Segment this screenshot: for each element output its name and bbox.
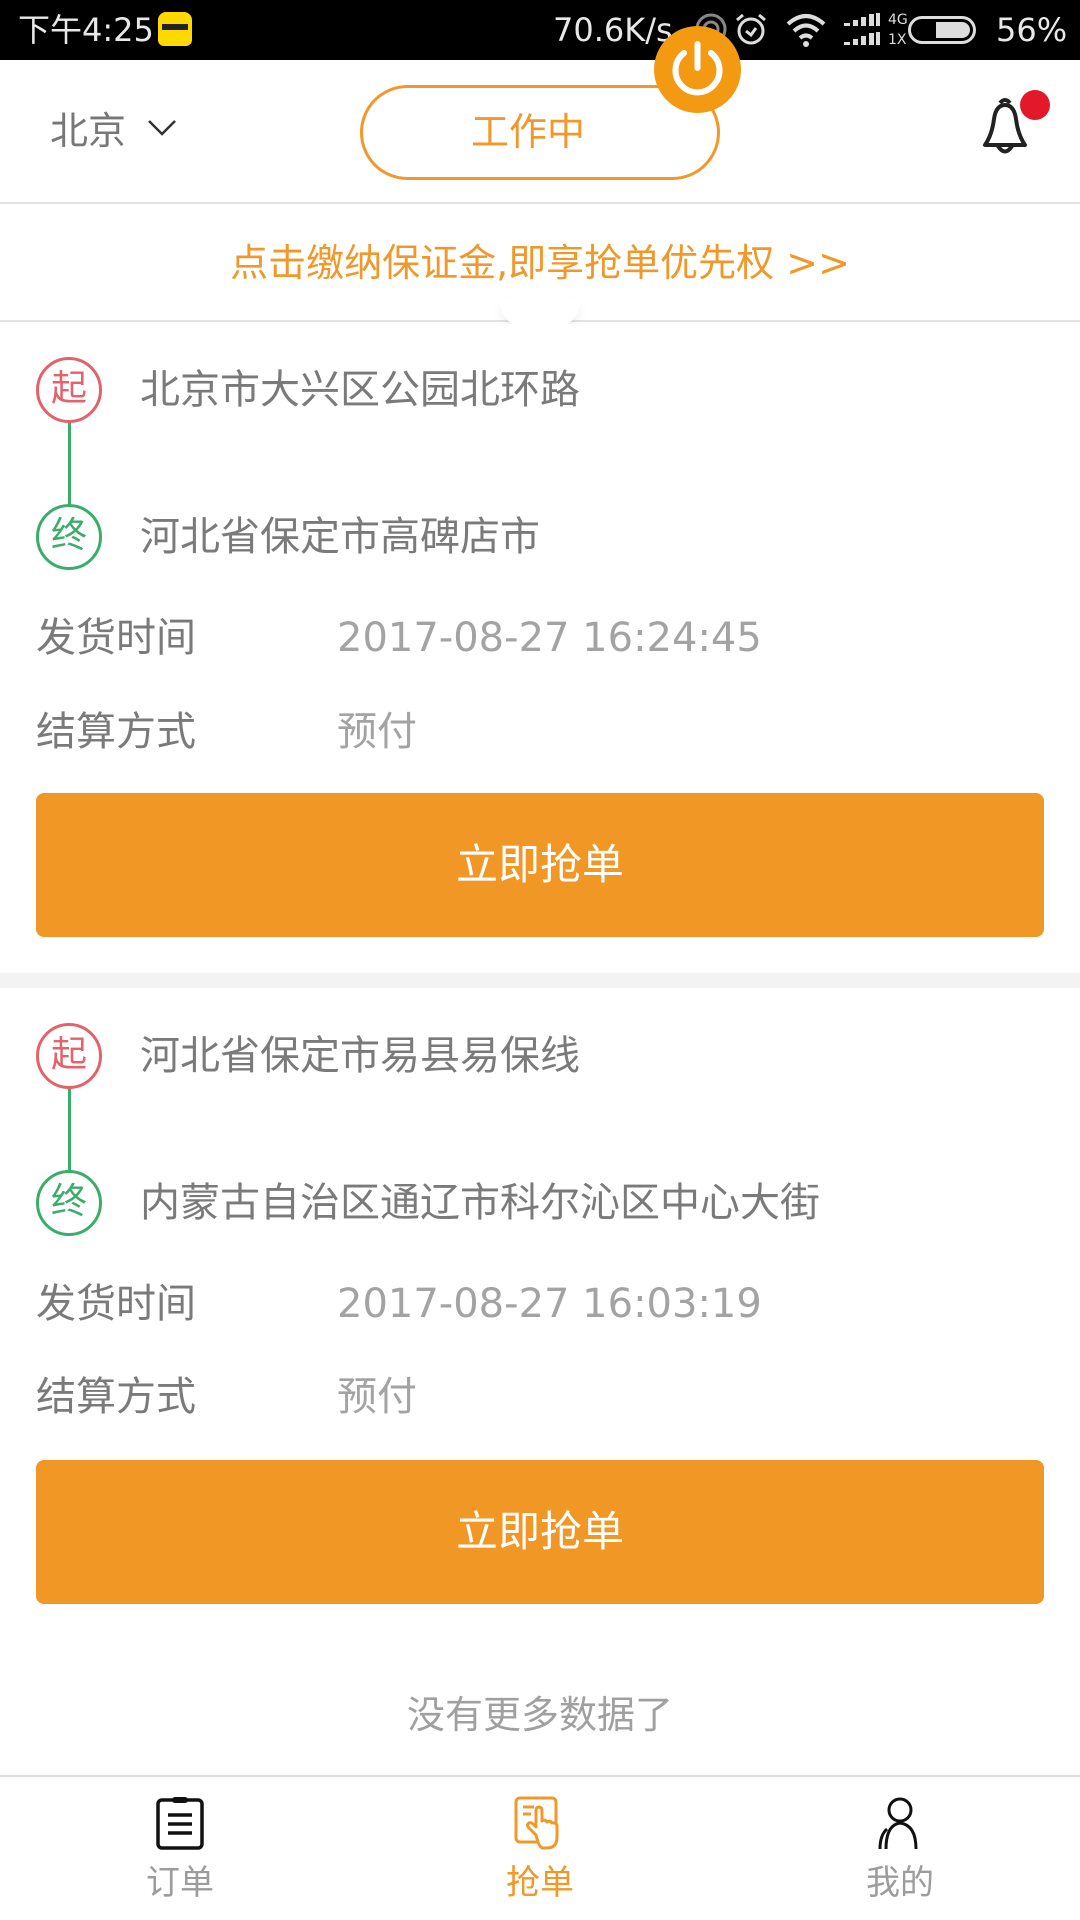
ship-time-label: 发货时间: [36, 1281, 196, 1327]
signal-icon: [844, 13, 880, 45]
power-icon: [672, 41, 723, 96]
ship-time-value: 2017-08-27 16:03:19: [337, 1281, 762, 1327]
grab-order-button[interactable]: 立即抢单: [36, 1460, 1044, 1604]
start-badge: 起: [36, 357, 102, 423]
tab-grab-orders[interactable]: 抢单: [360, 1777, 720, 1920]
order-card: 起 河北省保定市易县易保线 终 内蒙古自治区通辽市科尔沁区中心大街 发货时间 2…: [0, 988, 1080, 1628]
network-type-bottom: 1X: [888, 32, 907, 48]
status-bar: 下午4:25 70.6K/s 4G 1X 56%: [0, 0, 1080, 60]
tab-label: 我的: [866, 1863, 934, 1903]
top-header: 北京 工作中: [0, 60, 1080, 204]
start-badge: 起: [36, 1023, 102, 1089]
ship-time-value: 2017-08-27 16:24:45: [337, 615, 762, 661]
work-status-label: 工作中: [470, 110, 585, 154]
network-type-top: 4G: [888, 12, 908, 28]
payment-value: 预付: [337, 1374, 417, 1420]
status-time: 下午4:25: [18, 11, 154, 49]
end-address: 内蒙古自治区通辽市科尔沁区中心大街: [140, 1180, 820, 1226]
tab-orders[interactable]: 订单: [0, 1777, 360, 1920]
power-toggle-knob[interactable]: [654, 26, 741, 113]
wifi-icon: [786, 14, 826, 47]
list-end-message: 没有更多数据了: [406, 1693, 673, 1737]
payment-value: 预付: [337, 709, 417, 755]
grab-order-hand-icon: [514, 1796, 559, 1850]
user-icon: [878, 1797, 918, 1850]
city-selector-label[interactable]: 北京: [50, 107, 126, 155]
battery-icon: [908, 16, 976, 44]
bottom-tab-bar: 订单 抢单 我的: [0, 1775, 1080, 1920]
tab-profile[interactable]: 我的: [720, 1777, 1080, 1920]
grab-order-button[interactable]: 立即抢单: [36, 793, 1044, 937]
app-screen: 下午4:25 70.6K/s 4G 1X 56% 北京 工作中 点击缴纳保证金,…: [0, 0, 1080, 1920]
clipboard-icon: [156, 1797, 204, 1850]
app-notification-icon: [158, 12, 192, 46]
notification-badge-dot: [1020, 90, 1050, 120]
chevron-down-icon[interactable]: [146, 116, 178, 140]
payment-label: 结算方式: [36, 1374, 196, 1420]
battery-percent: 56%: [996, 11, 1068, 49]
order-card: 起 北京市大兴区公园北环路 终 河北省保定市高碑店市 发货时间 2017-08-…: [0, 324, 1080, 973]
start-address: 北京市大兴区公园北环路: [140, 367, 580, 413]
ship-time-label: 发货时间: [36, 615, 196, 661]
tab-label: 抢单: [506, 1863, 574, 1903]
start-address: 河北省保定市易县易保线: [140, 1033, 580, 1079]
tab-label: 订单: [146, 1863, 214, 1903]
end-badge: 终: [36, 504, 102, 570]
end-badge: 终: [36, 1170, 102, 1236]
payment-label: 结算方式: [36, 709, 196, 755]
card-separator: [0, 973, 1080, 988]
end-address: 河北省保定市高碑店市: [140, 514, 540, 560]
